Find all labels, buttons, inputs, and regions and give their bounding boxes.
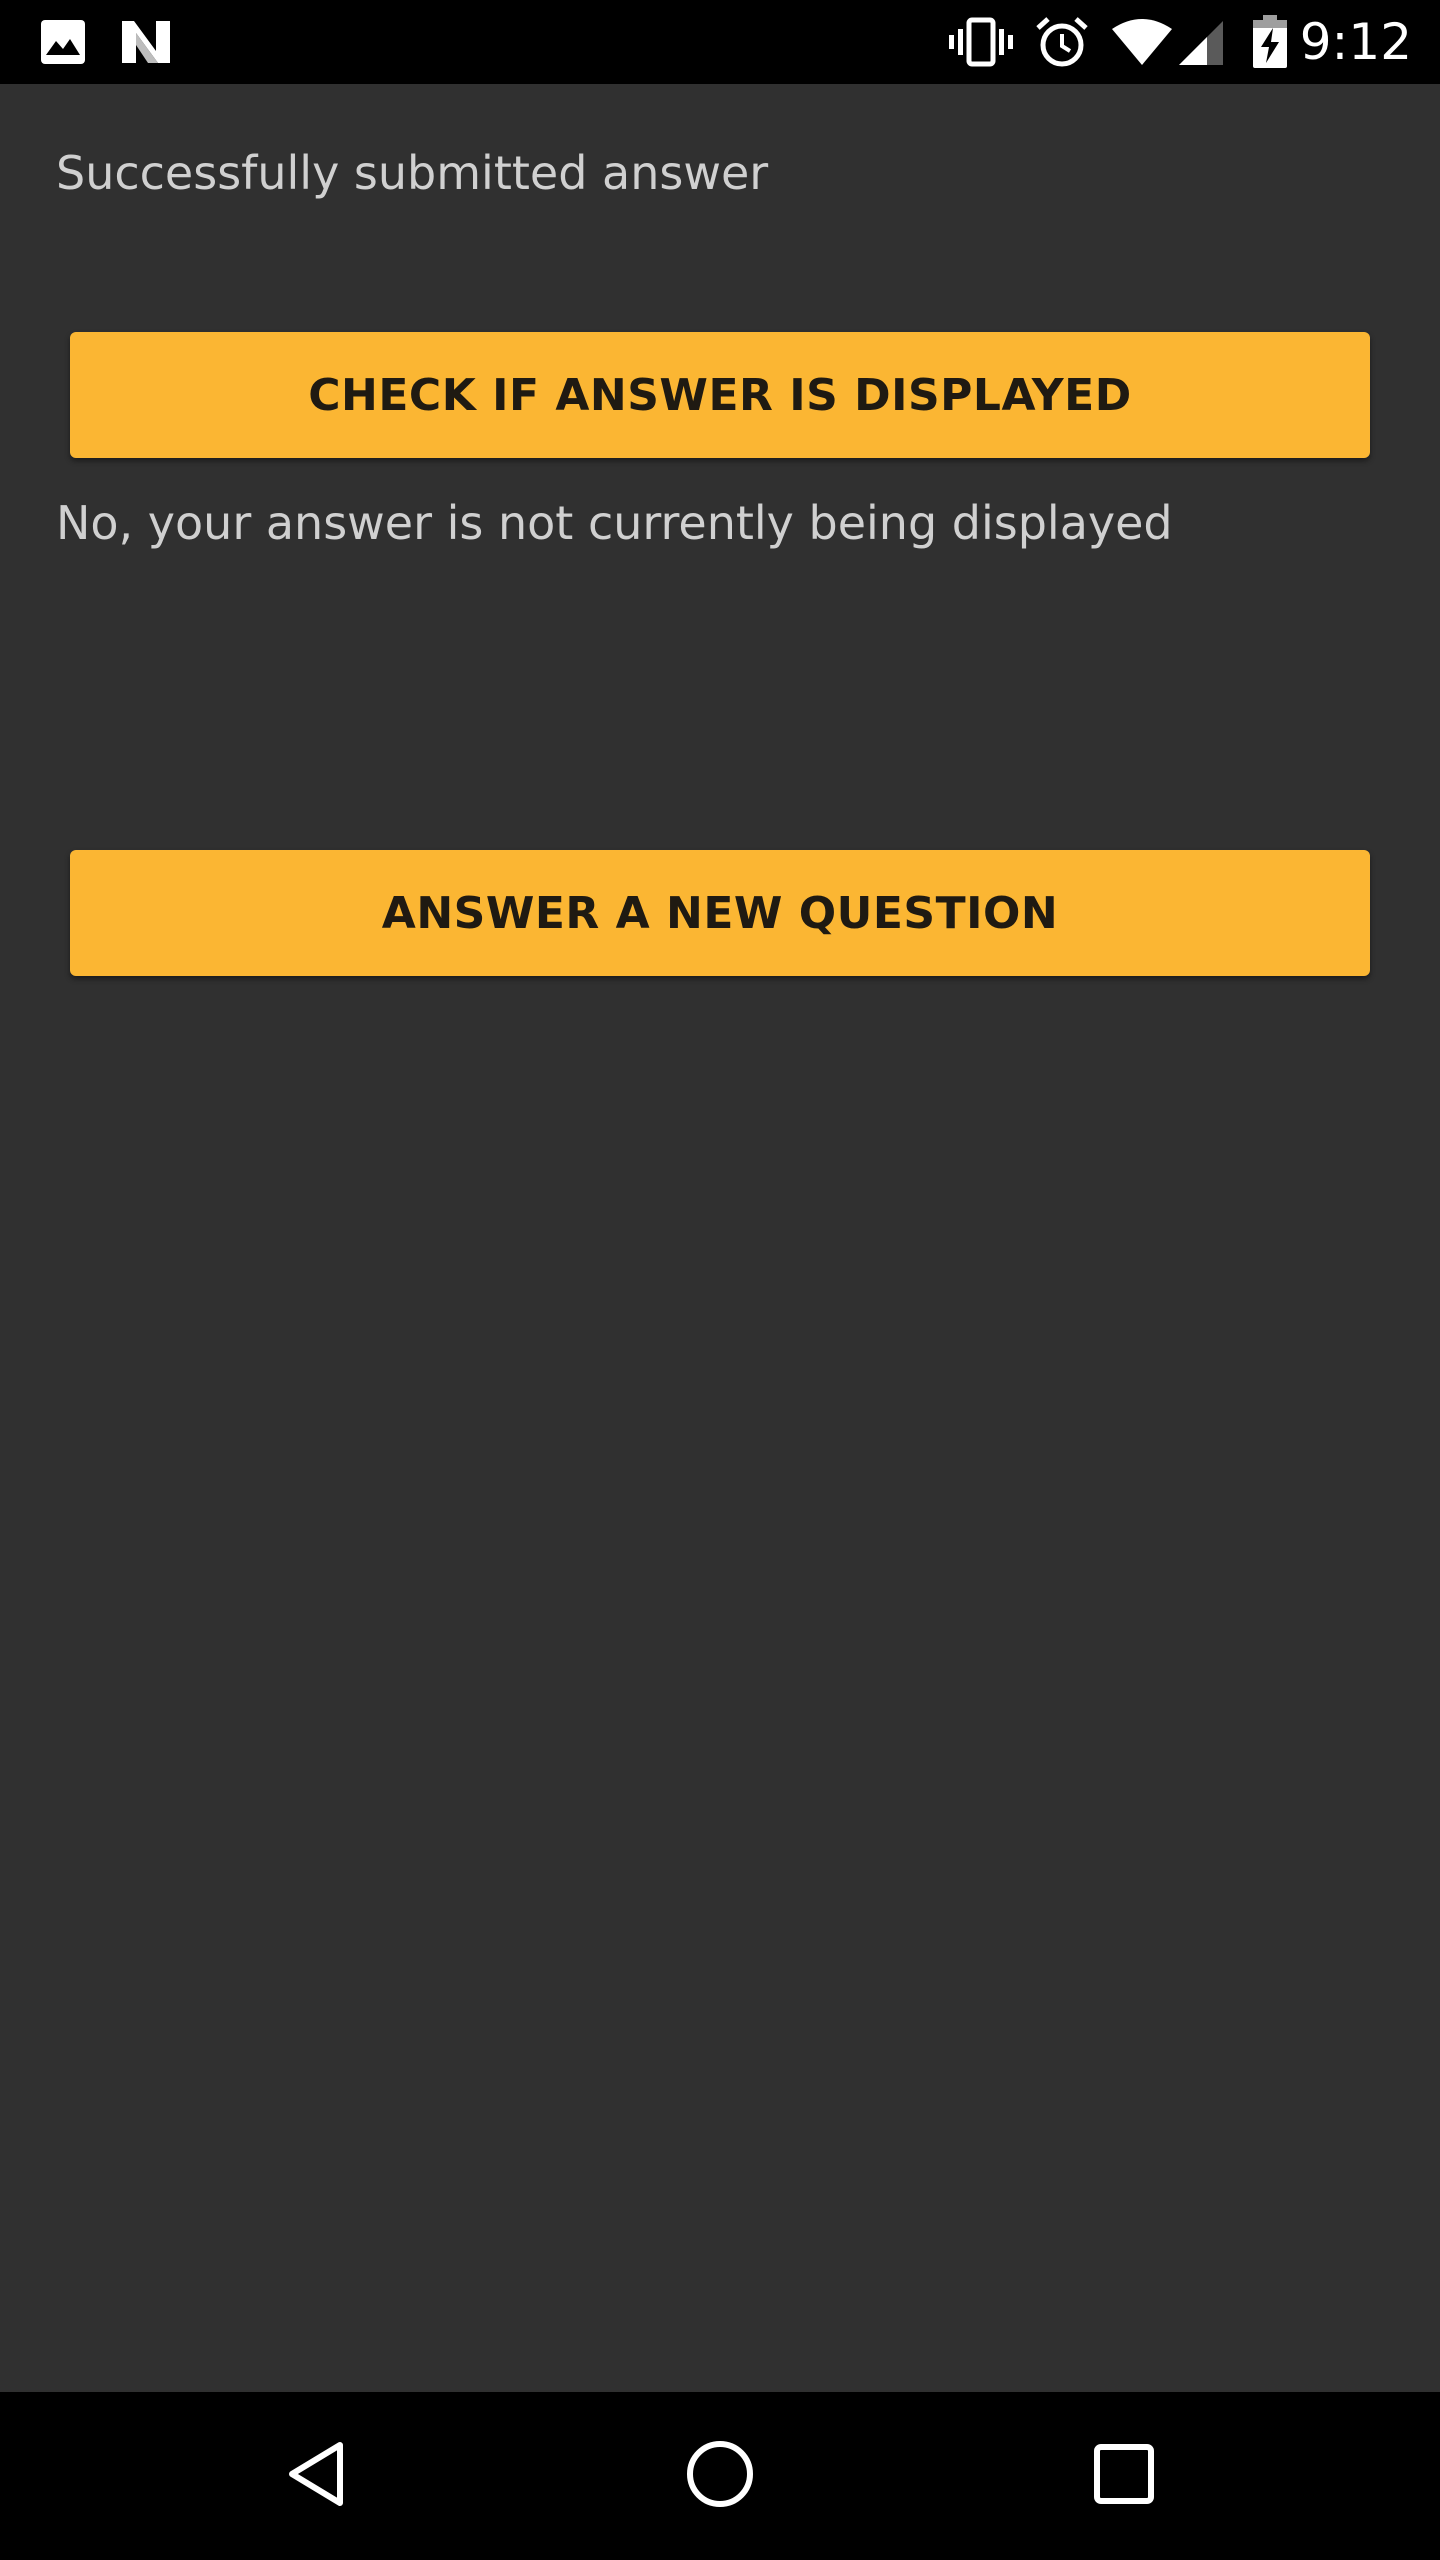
back-icon [284, 2439, 348, 2513]
recents-icon [1093, 2443, 1155, 2509]
recents-button[interactable] [1024, 2392, 1224, 2560]
vibrate-icon [948, 0, 1014, 84]
alarm-icon [1032, 0, 1092, 84]
n-notification-icon [116, 0, 176, 84]
home-button[interactable] [620, 2392, 820, 2560]
image-icon [36, 0, 90, 84]
answer-new-question-button[interactable]: ANSWER A NEW QUESTION [70, 850, 1370, 976]
back-button[interactable] [216, 2392, 416, 2560]
check-answer-displayed-button[interactable]: CHECK IF ANSWER IS DISPLAYED [70, 332, 1370, 458]
status-bar: 9:12 [0, 0, 1440, 84]
status-time: 9:12 [1299, 13, 1412, 71]
status-message: Successfully submitted answer [56, 146, 769, 200]
navigation-bar [0, 2392, 1440, 2560]
display-result-text: No, your answer is not currently being d… [56, 496, 1173, 550]
wifi-icon [1108, 0, 1176, 84]
main-content: Successfully submitted answer CHECK IF A… [0, 84, 1440, 2392]
home-icon [685, 2439, 755, 2513]
cell-signal-icon [1176, 0, 1226, 84]
battery-charging-icon [1248, 0, 1292, 84]
